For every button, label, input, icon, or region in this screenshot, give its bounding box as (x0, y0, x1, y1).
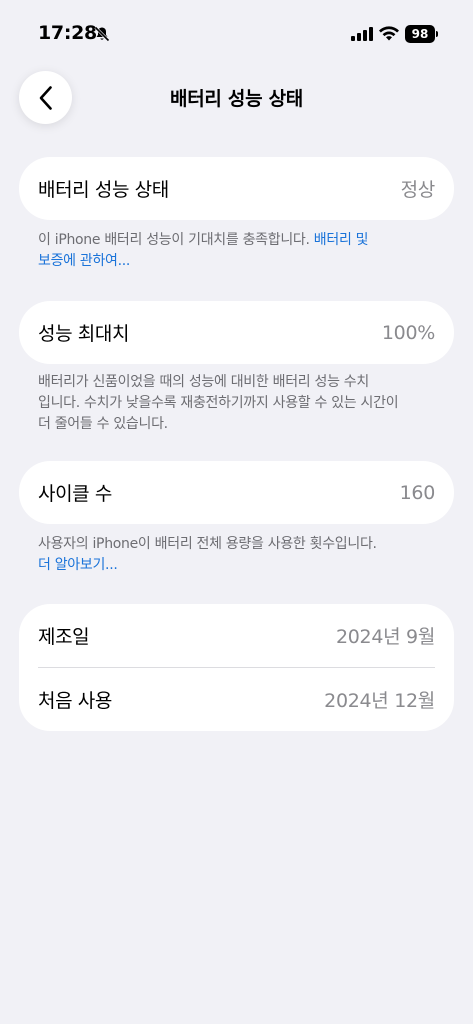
battery-tip (436, 31, 438, 37)
bell-slash-icon (94, 26, 110, 42)
battery-warranty-link[interactable]: 배터리 및 (314, 232, 369, 248)
cellular-signal-icon (351, 27, 373, 41)
max-capacity-row: 성능 최대치 100% (38, 301, 435, 364)
cycle-count-card: 사이클 수 160 (19, 461, 454, 524)
first-use-row: 처음 사용 2024년 12월 (38, 668, 435, 731)
battery-health-footnote: 이 iPhone 배터리 성능이 기대치를 충족합니다. 배터리 및 보증에 관… (38, 230, 438, 272)
dates-card: 제조일 2024년 9월 처음 사용 2024년 12월 (19, 604, 454, 731)
status-time: 17:28 (38, 22, 97, 44)
battery-health-value: 정상 (400, 179, 436, 201)
max-capacity-note-line2: 입니다. 수치가 낮을수록 재충전하기까지 사용할 수 있는 시간이 (38, 395, 399, 411)
learn-more-link[interactable]: 더 알아보기... (38, 557, 118, 573)
manufacture-date-label: 제조일 (38, 626, 90, 648)
max-capacity-footnote: 배터리가 신품이었을 때의 성능에 대비한 배터리 성능 수치 입니다. 수치가… (38, 372, 438, 435)
cycle-count-value: 160 (399, 481, 436, 504)
page-title: 배터리 성능 상태 (170, 88, 303, 110)
battery-icon: 98 (405, 25, 435, 43)
cycle-count-row: 사이클 수 160 (38, 461, 435, 524)
battery-health-row: 배터리 성능 상태 정상 (38, 157, 435, 220)
max-capacity-card: 성능 최대치 100% (19, 301, 454, 364)
max-capacity-note-line3: 더 줄어들 수 있습니다. (38, 416, 168, 432)
status-bar: 17:28 98 (0, 0, 473, 70)
battery-warranty-link-cont[interactable]: 보증에 관하여... (38, 253, 130, 269)
wifi-icon (379, 26, 399, 41)
max-capacity-label: 성능 최대치 (38, 323, 130, 345)
max-capacity-note-line1: 배터리가 신품이었을 때의 성능에 대비한 배터리 성능 수치 (38, 374, 369, 390)
manufacture-date-value: 2024년 9월 (335, 626, 435, 648)
battery-health-note: 이 iPhone 배터리 성능이 기대치를 충족합니다. (38, 232, 314, 248)
cycle-count-label: 사이클 수 (38, 483, 112, 505)
manufacture-date-row: 제조일 2024년 9월 (38, 604, 435, 667)
cycle-count-footnote: 사용자의 iPhone이 배터리 전체 용량을 사용한 횟수입니다. 더 알아보… (38, 534, 438, 576)
first-use-value: 2024년 12월 (324, 690, 435, 712)
max-capacity-value: 100% (381, 321, 435, 344)
battery-health-card[interactable]: 배터리 성능 상태 정상 (19, 157, 454, 220)
battery-health-label: 배터리 성능 상태 (38, 179, 169, 201)
cycle-count-note: 사용자의 iPhone이 배터리 전체 용량을 사용한 횟수입니다. (38, 536, 377, 552)
first-use-label: 처음 사용 (38, 690, 112, 712)
battery-level: 98 (411, 27, 429, 41)
